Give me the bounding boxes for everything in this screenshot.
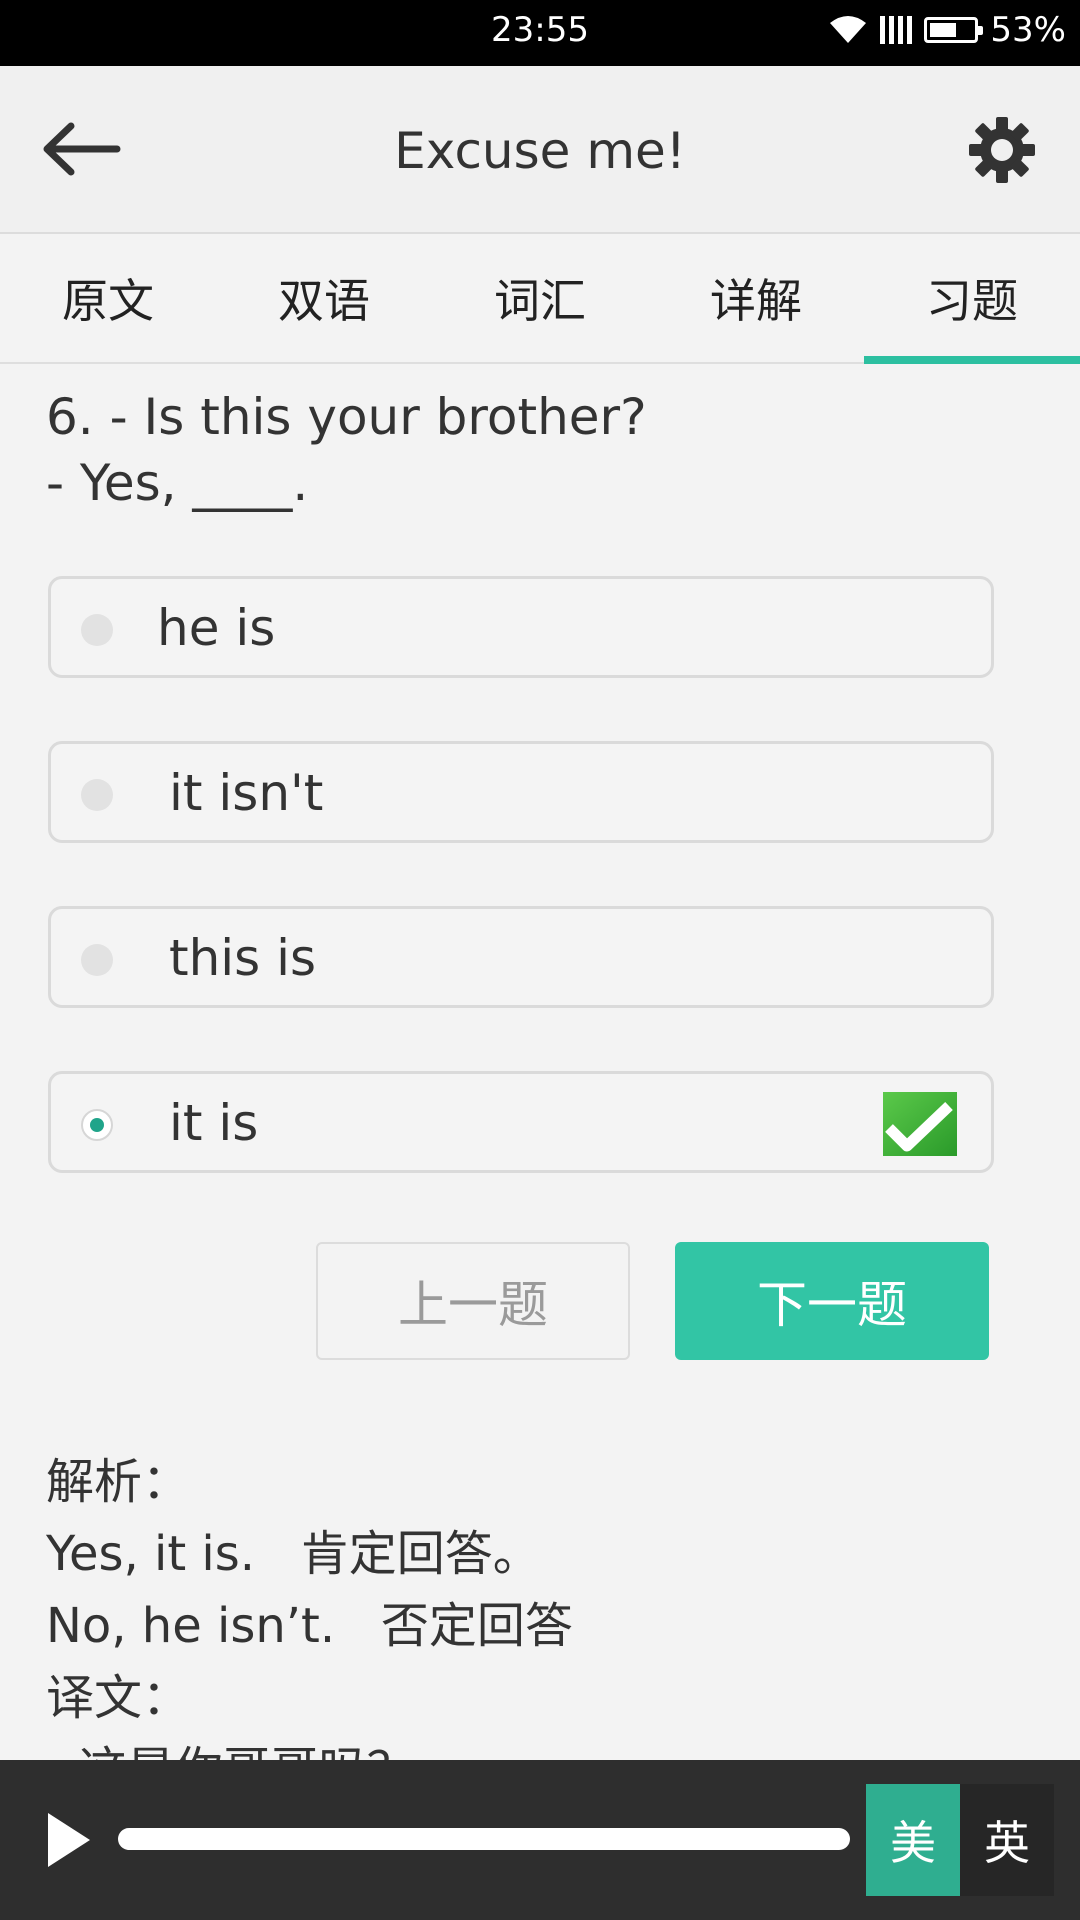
option-label: this is bbox=[169, 929, 317, 987]
tab-bar: 原文 双语 词汇 详解 习题 bbox=[0, 234, 1080, 364]
tab-vocabulary[interactable]: 词汇 bbox=[432, 234, 648, 362]
status-bar: 23:55 53% bbox=[0, 0, 1080, 66]
gear-icon bbox=[969, 117, 1035, 183]
option-label: it is bbox=[169, 1094, 259, 1152]
battery-icon bbox=[924, 17, 984, 43]
accent-us-button[interactable]: 美 bbox=[866, 1784, 960, 1896]
question-text: 6. - Is this your brother? - Yes, ____. bbox=[46, 384, 1006, 516]
tab-explanation[interactable]: 详解 bbox=[648, 234, 864, 362]
option-label: he is bbox=[157, 599, 276, 657]
progress-bar[interactable] bbox=[118, 1828, 850, 1850]
analysis-line: Yes, it is. 肯定回答。 bbox=[46, 1526, 541, 1582]
correct-check-icon bbox=[883, 1092, 957, 1156]
analysis-line: 解析： bbox=[46, 1454, 191, 1510]
option-this-is[interactable]: this is bbox=[48, 906, 994, 1008]
tab-exercises[interactable]: 习题 bbox=[864, 234, 1080, 364]
previous-question-button[interactable]: 上一题 bbox=[316, 1242, 630, 1360]
accent-toggle: 美 英 bbox=[866, 1784, 1054, 1896]
app-bar: Excuse me! bbox=[0, 66, 1080, 234]
tab-bilingual[interactable]: 双语 bbox=[216, 234, 432, 362]
battery-percent: 53% bbox=[990, 10, 1066, 50]
analysis-line: 译文： bbox=[46, 1670, 191, 1726]
option-it-is[interactable]: it is bbox=[48, 1071, 994, 1173]
page-title: Excuse me! bbox=[394, 122, 686, 180]
signal-icon bbox=[880, 16, 913, 44]
radio-button-selected[interactable] bbox=[81, 1109, 113, 1141]
radio-button[interactable] bbox=[81, 944, 113, 976]
analysis-line: - 这是你哥哥吗？ bbox=[46, 1734, 1026, 1760]
option-he-is[interactable]: he is bbox=[48, 576, 994, 678]
radio-button[interactable] bbox=[81, 779, 113, 811]
tab-original[interactable]: 原文 bbox=[0, 234, 216, 362]
audio-player: 美 英 bbox=[0, 1760, 1080, 1920]
accent-uk-button[interactable]: 英 bbox=[960, 1784, 1054, 1896]
settings-button[interactable] bbox=[964, 112, 1040, 188]
exercise-content[interactable]: 6. - Is this your brother? - Yes, ____. … bbox=[0, 364, 1080, 1760]
wifi-icon bbox=[830, 16, 867, 43]
play-icon[interactable] bbox=[44, 1810, 94, 1870]
analysis-section: 解析： Yes, it is. 肯定回答。 No, he isn’t. 否定回答… bbox=[46, 1446, 1026, 1760]
status-icons: 53% bbox=[828, 10, 1066, 50]
option-label: it isn't bbox=[169, 764, 324, 822]
question-line: 6. - Is this your brother? bbox=[46, 388, 647, 446]
question-line: - Yes, ____. bbox=[46, 454, 309, 512]
next-question-button[interactable]: 下一题 bbox=[675, 1242, 989, 1360]
radio-button[interactable] bbox=[81, 614, 113, 646]
option-it-isnt[interactable]: it isn't bbox=[48, 741, 994, 843]
analysis-line: No, he isn’t. 否定回答 bbox=[46, 1598, 573, 1654]
